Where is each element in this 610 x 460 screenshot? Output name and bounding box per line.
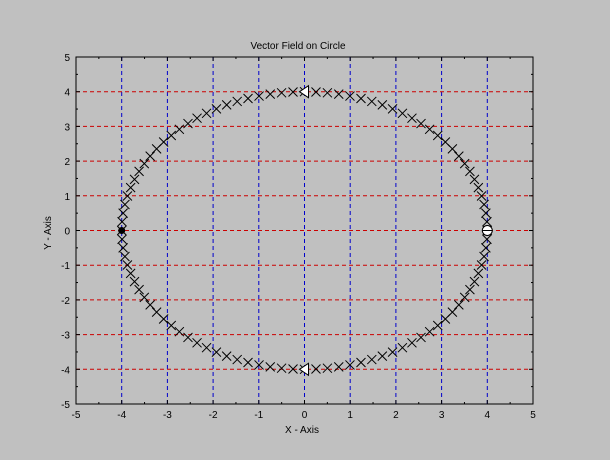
filled-circle-marker [118, 227, 126, 234]
y-axis-label: Y - Axis [43, 216, 54, 250]
x-tick-label: 5 [530, 410, 536, 421]
y-tick-label: 2 [64, 157, 70, 168]
x-tick-label: 3 [439, 410, 445, 421]
y-tick-label: -1 [61, 261, 70, 272]
x-axis-label: X - Axis [285, 425, 319, 436]
y-tick-label: -5 [61, 400, 70, 411]
x-tick-label: 0 [302, 410, 308, 421]
y-tick-label: 5 [64, 53, 70, 64]
y-tick-label: -4 [61, 365, 70, 376]
chart-title: Vector Field on Circle [250, 41, 345, 52]
x-tick-label: 4 [485, 410, 491, 421]
vector-field-chart: -5 -4 -3 -2 -1 0 1 2 3 4 5 -5 -4 -3 -2 -1 0 1 2 3 4 5 Vector … [43, 41, 536, 436]
y-tick-label: -2 [61, 296, 70, 307]
y-tick-label: 4 [64, 88, 70, 99]
y-tick-label: 3 [64, 122, 70, 133]
y-tick-label: 1 [64, 192, 70, 203]
y-tick-label: 0 [64, 227, 70, 238]
x-tick-label: -5 [72, 410, 81, 421]
x-tick-label: 2 [393, 410, 399, 421]
x-tick-label: -3 [163, 410, 172, 421]
y-tick-label: -3 [61, 331, 70, 342]
x-tick-label: -2 [209, 410, 218, 421]
x-tick-label: -1 [254, 410, 263, 421]
x-tick-label: 1 [347, 410, 353, 421]
x-tick-label: -4 [117, 410, 126, 421]
